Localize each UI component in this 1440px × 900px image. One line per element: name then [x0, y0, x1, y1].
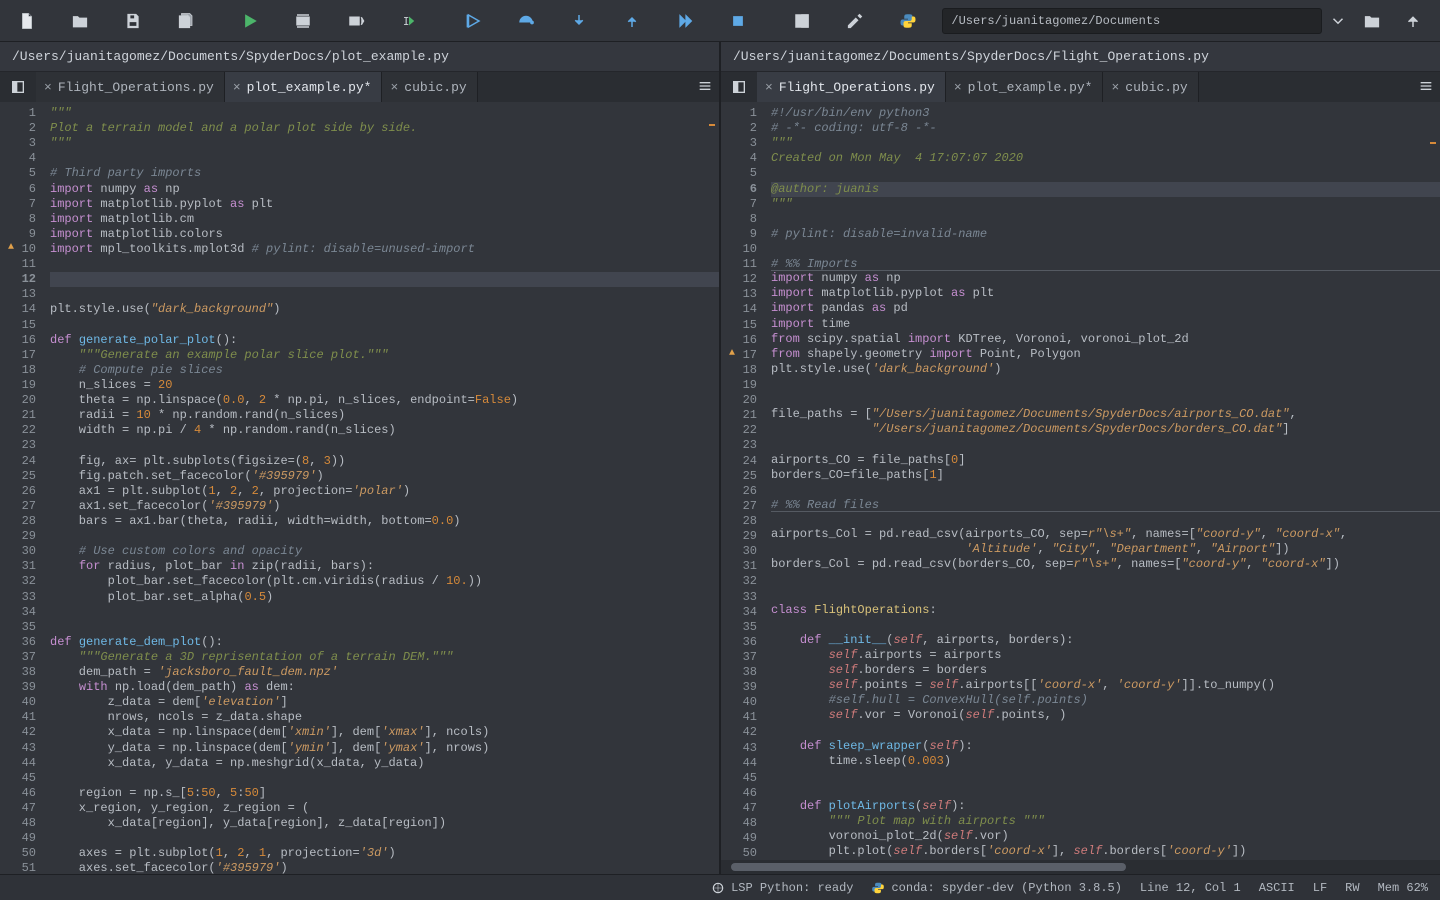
status-eol: LF — [1313, 881, 1327, 895]
preferences-button[interactable] — [837, 5, 874, 37]
parent-directory-button[interactable] — [1394, 5, 1431, 37]
warning-icon[interactable]: ▲ — [729, 348, 735, 361]
status-cursor-position: Line 12, Col 1 — [1140, 881, 1241, 895]
tab-label: Flight_Operations.py — [58, 80, 214, 95]
status-lsp[interactable]: LSP Python: ready — [711, 881, 853, 895]
close-icon[interactable]: × — [1111, 80, 1119, 95]
maximize-pane-button[interactable] — [784, 5, 821, 37]
tab[interactable]: × Flight_Operations.py — [36, 72, 225, 102]
editor-panes: /Users/juanitagomez/Documents/SpyderDocs… — [0, 42, 1440, 874]
tab-label: cubic.py — [404, 80, 466, 95]
svg-text:I: I — [403, 15, 409, 27]
main-toolbar: I — [0, 0, 1440, 42]
save-button[interactable] — [114, 5, 151, 37]
tabbar-left: × Flight_Operations.py × plot_example.py* × c… — [0, 72, 719, 102]
step-into-button[interactable] — [560, 5, 597, 37]
browse-directory-button[interactable] — [1353, 5, 1390, 37]
close-icon[interactable]: × — [44, 80, 52, 95]
run-cell-button[interactable] — [284, 5, 321, 37]
step-out-button[interactable] — [613, 5, 650, 37]
warning-icon[interactable]: ▲ — [8, 242, 14, 255]
statusbar: LSP Python: ready conda: spyder-dev (Pyt… — [0, 874, 1440, 900]
tab-options-icon[interactable] — [697, 78, 713, 98]
editor-right[interactable]: 1234567891011121314151617▲18192021222324… — [721, 102, 1440, 860]
tab-label: cubic.py — [1125, 80, 1187, 95]
tab[interactable]: × plot_example.py* — [225, 72, 383, 102]
close-icon[interactable]: × — [233, 80, 241, 95]
close-icon[interactable]: × — [390, 80, 398, 95]
tab[interactable]: × Flight_Operations.py — [757, 72, 946, 102]
continue-button[interactable] — [666, 5, 703, 37]
close-icon[interactable]: × — [765, 80, 773, 95]
working-directory-input[interactable] — [942, 8, 1322, 34]
tab-label: plot_example.py* — [247, 80, 372, 95]
file-path-right: /Users/juanitagomez/Documents/SpyderDocs… — [721, 42, 1440, 72]
tab-browse-icon[interactable] — [6, 76, 30, 98]
tab-label: plot_example.py* — [968, 80, 1093, 95]
tab[interactable]: × cubic.py — [382, 72, 477, 102]
debug-button[interactable] — [454, 5, 491, 37]
tab-browse-icon[interactable] — [727, 76, 751, 98]
status-encoding: ASCII — [1259, 881, 1295, 895]
tabbar-right: × Flight_Operations.py × plot_example.py* × c… — [721, 72, 1440, 102]
open-file-button[interactable] — [61, 5, 98, 37]
python-path-button[interactable] — [889, 5, 926, 37]
file-path-left: /Users/juanitagomez/Documents/SpyderDocs… — [0, 42, 719, 72]
tab[interactable]: × plot_example.py* — [946, 72, 1104, 102]
tab[interactable]: × cubic.py — [1103, 72, 1198, 102]
stop-button[interactable] — [719, 5, 756, 37]
status-memory: Mem 62% — [1378, 881, 1428, 895]
working-directory-dropdown[interactable] — [1326, 5, 1348, 37]
run-button[interactable] — [231, 5, 268, 37]
tab-options-icon[interactable] — [1418, 78, 1434, 98]
editor-left[interactable]: 12345678910▲1112131415161718192021222324… — [0, 102, 719, 874]
status-env[interactable]: conda: spyder-dev (Python 3.8.5) — [871, 881, 1121, 895]
save-all-button[interactable] — [167, 5, 204, 37]
step-over-button[interactable] — [507, 5, 544, 37]
close-icon[interactable]: × — [954, 80, 962, 95]
new-file-button[interactable] — [8, 5, 45, 37]
editor-pane-left: /Users/juanitagomez/Documents/SpyderDocs… — [0, 42, 719, 874]
editor-pane-right: /Users/juanitagomez/Documents/SpyderDocs… — [719, 42, 1440, 874]
run-selection-button[interactable]: I — [390, 5, 427, 37]
status-rw: RW — [1345, 881, 1359, 895]
run-cell-advance-button[interactable] — [337, 5, 374, 37]
tab-label: Flight_Operations.py — [779, 80, 935, 95]
horizontal-scrollbar[interactable] — [721, 860, 1440, 874]
